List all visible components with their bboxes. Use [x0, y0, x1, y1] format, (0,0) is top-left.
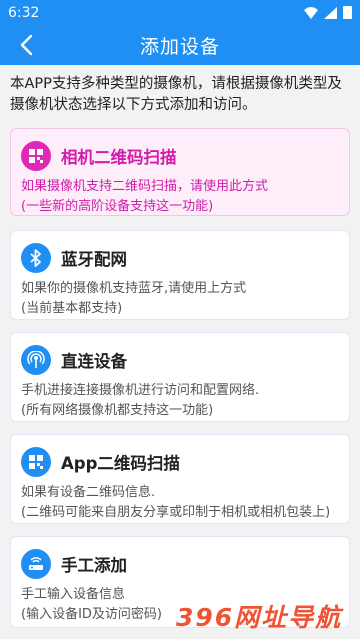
- method-description: 手机进接连接摄像机进行访问和配置网络.: [21, 383, 260, 398]
- method-description: 如果你的摄像机支持蓝牙,请使用上方式: [21, 281, 247, 296]
- method-title: 直连设备: [61, 352, 127, 371]
- wifi-icon: [304, 6, 318, 19]
- status-icons: [304, 6, 352, 19]
- signal-broadcast-icon: [21, 345, 51, 375]
- method-card-app-qr[interactable]: App二维码扫描 如果有设备二维码信息. (二维码可能来自朋友分享或印制于相机或…: [10, 434, 350, 524]
- method-note: (二维码可能来自朋友分享或印制于相机或相机包装上): [21, 505, 331, 520]
- app-header: 添加设备: [0, 25, 360, 65]
- intro-text: 本APP支持多种类型的摄像机，请根据摄像机类型及摄像机状态选择以下方式添加和访问…: [10, 76, 342, 113]
- router-icon: [21, 549, 51, 579]
- bluetooth-icon: [21, 243, 51, 273]
- method-card-camera-qr[interactable]: 相机二维码扫描 如果摄像机支持二维码扫描，请使用此方式 (一些新的高阶设备支持这…: [10, 128, 350, 216]
- method-description: 如果摄像机支持二维码扫描，请使用此方式: [21, 179, 269, 194]
- page-title: 添加设备: [139, 35, 220, 58]
- status-bar: 6:32: [0, 0, 360, 25]
- method-note: (所有网络摄像机都支持这一功能): [21, 403, 214, 418]
- method-card-bluetooth[interactable]: 蓝牙配网 如果你的摄像机支持蓝牙,请使用上方式 (当前基本都支持): [10, 230, 350, 320]
- back-button[interactable]: [14, 31, 38, 59]
- cellular-signal-icon: [324, 6, 337, 19]
- method-note: (一些新的高阶设备支持这一功能): [21, 199, 214, 214]
- chevron-left-icon: [20, 34, 33, 56]
- method-title: App二维码扫描: [61, 454, 180, 473]
- site-watermark: 396网址导航: [176, 603, 343, 632]
- method-note: (当前基本都支持): [21, 301, 123, 316]
- method-card-direct-connect[interactable]: 直连设备 手机进接连接摄像机进行访问和配置网络. (所有网络摄像机都支持这一功能…: [10, 332, 350, 422]
- battery-icon: [343, 6, 352, 19]
- qr-code-icon: [21, 141, 51, 171]
- method-title: 相机二维码扫描: [61, 148, 177, 167]
- method-title: 蓝牙配网: [61, 250, 127, 269]
- method-title: 手工添加: [61, 556, 127, 575]
- method-description: 如果有设备二维码信息.: [21, 485, 156, 500]
- qr-code-icon: [21, 447, 51, 477]
- status-time: 6:32: [8, 4, 40, 21]
